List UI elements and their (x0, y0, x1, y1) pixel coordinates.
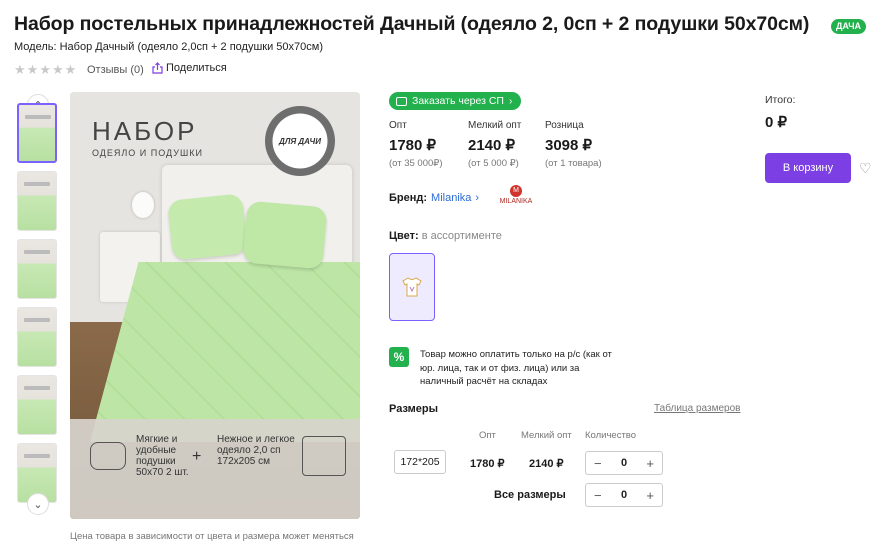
image-pillow (167, 193, 248, 261)
star-icon: ★ (14, 62, 26, 77)
star-icon: ★ (64, 62, 77, 77)
total-value: 0 ₽ (765, 114, 788, 131)
all-quantity-value[interactable]: 0 (621, 489, 627, 501)
col-small-opt: Мелкий опт (521, 430, 572, 441)
star-icon: ★ (51, 62, 64, 77)
all-sizes-label: Все размеры (494, 489, 566, 501)
color-swatch[interactable] (389, 253, 435, 321)
image-seal: ДЛЯ ДАЧИ (265, 106, 335, 176)
all-sizes-stepper[interactable]: − 0 + (585, 483, 663, 507)
color-value: в ассортименте (421, 230, 502, 242)
total-label: Итого: (765, 94, 796, 106)
brand-link[interactable]: Milanika (431, 192, 471, 204)
thumbnail[interactable] (17, 307, 57, 367)
star-icon: ★ (39, 62, 51, 77)
size-price-opt: 1780 ₽ (470, 458, 505, 470)
brand-logo-text: MILANIKA (499, 198, 533, 205)
blanket-icon (302, 436, 346, 476)
favorite-icon[interactable]: ♡ (859, 160, 871, 177)
share-icon (152, 62, 163, 74)
image-caption: Цена товара в зависимости от цвета и раз… (70, 531, 354, 542)
thumbnail[interactable] (17, 375, 57, 435)
quantity-value[interactable]: 0 (621, 457, 627, 469)
sizes-heading: Размеры (389, 403, 439, 415)
chevron-down-icon: ⌄ (33, 498, 43, 511)
brand-logo-mark: M (510, 185, 522, 197)
payment-note: Товар можно оплатить только на р/с (как … (420, 349, 612, 387)
chevron-right-icon: › (475, 192, 480, 204)
brand-label: Бренд: (389, 192, 428, 204)
plus-icon[interactable]: + (646, 488, 654, 503)
order-via-sp-button[interactable]: Заказать через СП › (389, 92, 522, 110)
minus-icon[interactable]: − (594, 488, 602, 503)
price-small-opt: Мелкий опт 2140 ₽ (от 5 000 ₽) (468, 120, 522, 169)
price-opt: Опт 1780 ₽ (от 35 000₽) (389, 120, 443, 169)
star-icon: ★ (26, 62, 39, 77)
image-subheadline: ОДЕЯЛО И ПОДУШКИ (92, 148, 203, 158)
category-badge: ДАЧА (831, 19, 867, 34)
tshirt-icon (402, 277, 422, 297)
image-lamp (132, 192, 154, 218)
price-retail: Розница 3098 ₽ (от 1 товара) (545, 120, 602, 169)
thumbs-down-arrow[interactable]: ⌄ (27, 493, 49, 515)
minus-icon[interactable]: − (594, 456, 602, 471)
rating-stars[interactable]: ★ ★ ★ ★ ★ (14, 63, 76, 76)
plus-sign: + (192, 448, 202, 465)
quantity-stepper[interactable]: − 0 + (585, 451, 663, 475)
add-to-cart-button[interactable]: В корзину (765, 153, 851, 183)
pillow-icon (90, 442, 126, 470)
main-product-image[interactable]: НАБОР ОДЕЯЛО И ПОДУШКИ ДЛЯ ДАЧИ Мягкие и… (70, 92, 360, 519)
share-button[interactable]: Поделиться (152, 62, 227, 74)
image-headline: НАБОР (92, 116, 198, 146)
size-option[interactable]: 172*205 (394, 450, 446, 474)
col-quantity: Количество (585, 430, 637, 441)
brand-row: Бренд: Milanika › (389, 192, 479, 204)
brand-logo[interactable]: M MILANIKA (496, 185, 536, 211)
order-label: Заказать через СП (412, 95, 504, 107)
plus-icon[interactable]: + (646, 456, 654, 471)
product-title: Набор постельных принадлежностей Дачный … (14, 13, 810, 35)
cart-icon (396, 96, 407, 106)
thumbnail[interactable] (17, 171, 57, 231)
color-row: Цвет: в ассортименте (389, 230, 502, 242)
thumbnail[interactable] (17, 103, 57, 163)
size-price-small: 2140 ₽ (529, 458, 564, 470)
reviews-link[interactable]: Отзывы (0) (87, 64, 144, 76)
thumbnail[interactable] (17, 239, 57, 299)
share-label: Поделиться (166, 62, 227, 74)
thumbnail-list (17, 103, 59, 511)
chevron-right-icon: › (508, 95, 513, 107)
product-model: Модель: Набор Дачный (одеяло 2,0сп + 2 п… (14, 41, 323, 53)
payment-icon: % (389, 347, 409, 367)
blanket-text: Нежное и легкое одеяло 2,0 сп 172х205 см (217, 434, 295, 467)
image-pillow (242, 200, 328, 270)
col-opt: Опт (479, 430, 496, 441)
size-table-link[interactable]: Таблица размеров (654, 403, 740, 414)
pillows-text: Мягкие и удобные подушки 50х70 2 шт. (136, 434, 189, 478)
